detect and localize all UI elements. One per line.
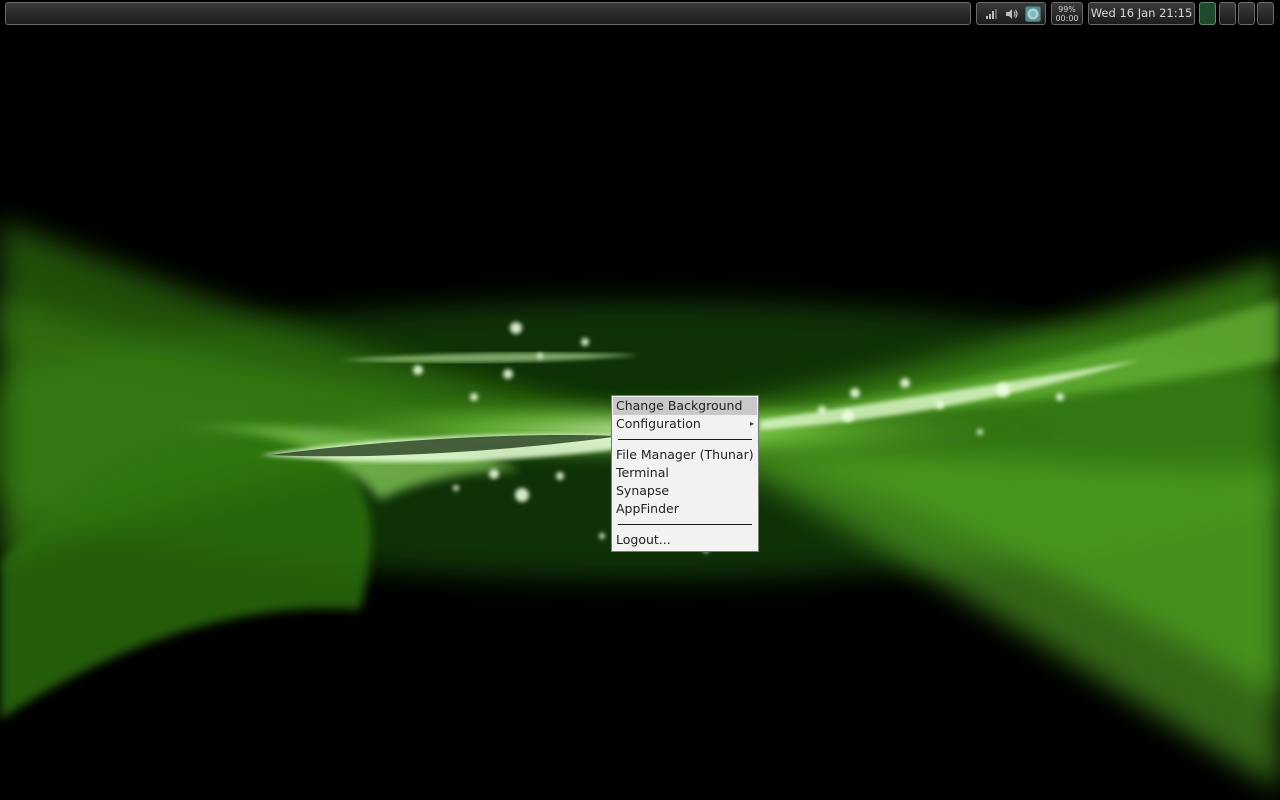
desktop-context-menu: Change Background Configuration ▸ File M… bbox=[611, 395, 759, 552]
menu-item-file-manager[interactable]: File Manager (Thunar) bbox=[612, 446, 758, 464]
workspace-4-button[interactable] bbox=[1257, 2, 1274, 25]
desktop[interactable]: 99% 00:00 Wed 16 Jan 21:15 Change Backgr… bbox=[0, 0, 1280, 800]
workspace-3-button[interactable] bbox=[1238, 2, 1255, 25]
menu-separator bbox=[618, 524, 752, 525]
menu-item-label: Logout... bbox=[616, 532, 671, 547]
menu-item-label: AppFinder bbox=[616, 501, 679, 516]
menu-item-appfinder[interactable]: AppFinder bbox=[612, 500, 758, 518]
menu-item-terminal[interactable]: Terminal bbox=[612, 464, 758, 482]
workspace-1-button[interactable] bbox=[1199, 2, 1216, 25]
menu-item-label: Terminal bbox=[616, 465, 669, 480]
workspace-2-button[interactable] bbox=[1219, 2, 1236, 25]
submenu-arrow-icon: ▸ bbox=[749, 419, 754, 428]
menu-item-change-background[interactable]: Change Background bbox=[613, 397, 757, 415]
menu-separator bbox=[618, 439, 752, 440]
network-signal-icon[interactable] bbox=[985, 8, 999, 20]
menu-item-configuration[interactable]: Configuration ▸ bbox=[612, 415, 758, 433]
menu-item-label: Change Background bbox=[616, 398, 743, 413]
battery-time: 00:00 bbox=[1055, 14, 1079, 23]
battery-indicator[interactable]: 99% 00:00 bbox=[1051, 2, 1083, 25]
menu-item-label: File Manager (Thunar) bbox=[616, 447, 754, 462]
menu-item-label: Configuration bbox=[616, 416, 701, 431]
menu-item-logout[interactable]: Logout... bbox=[612, 531, 758, 549]
clock-text: Wed 16 Jan 21:15 bbox=[1090, 6, 1193, 20]
volume-icon[interactable] bbox=[1005, 8, 1019, 20]
menu-item-synapse[interactable]: Synapse bbox=[612, 482, 758, 500]
system-tray bbox=[976, 2, 1046, 25]
taskbar[interactable] bbox=[5, 2, 971, 25]
menu-item-label: Synapse bbox=[616, 483, 670, 498]
battery-percent: 99% bbox=[1058, 5, 1076, 14]
app-indicator-icon[interactable] bbox=[1025, 5, 1041, 22]
clock[interactable]: Wed 16 Jan 21:15 bbox=[1088, 2, 1195, 25]
